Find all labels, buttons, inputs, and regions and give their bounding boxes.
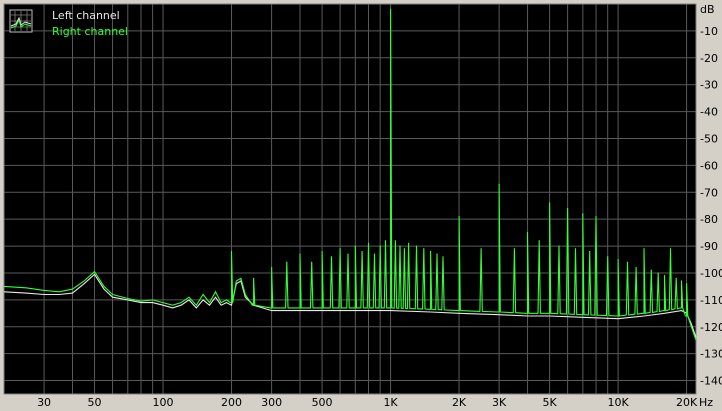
y-tick-label: -40 — [700, 106, 718, 119]
x-tick-label: 2K — [452, 396, 467, 409]
peak-point — [498, 183, 500, 185]
x-tick-label: 10K — [607, 396, 629, 409]
peak-point — [567, 207, 569, 210]
peak-point — [270, 266, 273, 269]
y-tick-label: -30 — [700, 79, 718, 92]
peak-point — [384, 240, 387, 242]
peak-point — [415, 245, 418, 247]
peak-point — [399, 245, 401, 247]
peak-point — [373, 253, 376, 255]
peak-point — [680, 280, 683, 282]
x-tick-label: 30 — [37, 396, 51, 409]
legend-entry-right: Right channel — [52, 25, 128, 38]
peak-point — [526, 232, 529, 234]
peak-point — [617, 258, 619, 261]
y-tick-label: -10 — [700, 25, 718, 38]
y-tick-label: -120 — [700, 321, 722, 334]
peak-point — [442, 256, 444, 258]
spectrum-chart: dB Hz -10 -20 -30 -40 -50 -60 -70 -80 -90 -100 -11… — [3, 3, 722, 409]
peak-point — [330, 256, 333, 258]
peak-point — [430, 250, 432, 253]
peak-point — [347, 253, 349, 255]
peak-point — [286, 261, 288, 263]
peak-point — [558, 245, 560, 247]
peak-point — [685, 283, 688, 285]
y-tick-label: -50 — [700, 132, 718, 145]
peak-point — [589, 250, 591, 253]
peak-point — [574, 248, 577, 250]
y-tick-label: -110 — [700, 294, 722, 307]
peak-point — [513, 248, 515, 250]
peak-point — [321, 250, 323, 253]
peak-point — [299, 253, 301, 255]
y-axis-label: dB — [700, 3, 715, 16]
peak-point — [650, 269, 652, 271]
y-tick-label: -90 — [700, 240, 718, 253]
peak-point — [595, 215, 597, 218]
x-tick-label: 1K — [383, 396, 398, 409]
x-tick-label: 300 — [261, 396, 282, 409]
peak-point — [436, 253, 438, 255]
y-tick-label: -80 — [700, 213, 718, 226]
x-axis-label: Hz — [699, 396, 713, 409]
plot-area — [4, 4, 696, 394]
peak-point — [389, 8, 392, 10]
x-tick-label: 3K — [492, 396, 507, 409]
peak-point — [663, 275, 666, 277]
peak-point — [230, 250, 233, 253]
x-tick-label: 100 — [153, 396, 174, 409]
peak-point — [311, 261, 313, 263]
x-tick-label: 5K — [542, 396, 557, 409]
peak-point — [403, 248, 405, 250]
peak-point — [582, 213, 584, 215]
peak-point — [252, 277, 255, 279]
y-tick-label: -140 — [700, 375, 722, 388]
peak-point — [394, 240, 396, 242]
spectrum-grid-icon — [9, 9, 33, 33]
peak-point — [361, 250, 363, 253]
peak-point — [458, 215, 460, 218]
legend-entry-left: Left channel — [52, 9, 120, 22]
peak-point — [643, 248, 645, 250]
peak-point — [607, 256, 609, 258]
peak-point — [354, 245, 356, 247]
y-tick-label: -100 — [700, 267, 722, 280]
y-tick-label: -60 — [700, 159, 718, 172]
peak-point — [379, 245, 381, 247]
peak-point — [538, 240, 540, 242]
x-tick-label: 500 — [312, 396, 333, 409]
y-tick-label: -70 — [700, 186, 718, 199]
x-tick-label: 200 — [221, 396, 242, 409]
peak-point — [675, 277, 677, 279]
peak-point — [367, 242, 370, 244]
peak-point — [635, 266, 637, 269]
peak-point — [407, 242, 410, 244]
peak-point — [480, 248, 482, 250]
spectrum-window: dB Hz -10 -20 -30 -40 -50 -60 -70 -80 -90 -100 -11… — [0, 0, 722, 411]
y-tick-label: -130 — [700, 348, 722, 361]
peak-point — [626, 261, 629, 263]
peak-point — [423, 248, 425, 250]
peak-point — [548, 202, 551, 204]
peak-point — [669, 248, 672, 250]
peak-point — [339, 248, 341, 250]
peak-point — [657, 272, 659, 274]
x-tick-label: 50 — [88, 396, 102, 409]
y-tick-label: -20 — [700, 52, 718, 65]
x-tick-label: 20K — [676, 396, 698, 409]
